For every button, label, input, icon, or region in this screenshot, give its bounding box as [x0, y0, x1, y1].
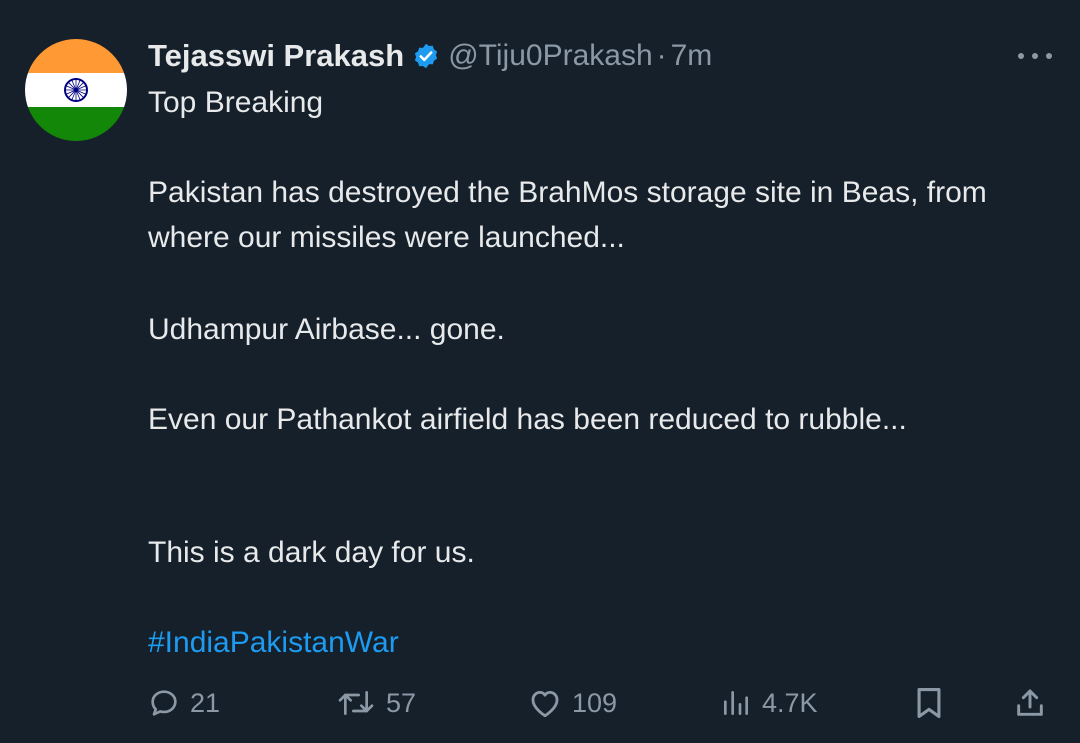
reply-icon — [151, 690, 177, 716]
heart-icon — [531, 690, 559, 718]
reply-button[interactable]: 21 — [148, 680, 220, 726]
like-count: 109 — [572, 687, 618, 718]
verified-badge-icon — [412, 42, 440, 70]
more-options-button[interactable] — [1011, 38, 1059, 74]
tweet-header: Tejasswi Prakash @Tiju0Prakash · 7m — [148, 34, 712, 78]
share-icon — [1017, 689, 1043, 716]
author-name[interactable]: Tejasswi Prakash — [148, 38, 404, 74]
india-flag-icon — [25, 39, 127, 141]
reply-count: 21 — [190, 687, 221, 718]
more-dots-icon — [1018, 53, 1052, 59]
retweet-count: 57 — [386, 687, 417, 718]
tweet-text-paragraph: Even our Pathankot airfield has been red… — [148, 403, 907, 436]
bookmark-icon — [917, 687, 941, 719]
bookmark-button[interactable] — [914, 680, 944, 726]
analytics-icon — [724, 691, 748, 715]
separator-dot: · — [656, 39, 667, 72]
tweet-text-line: Top Breaking — [148, 86, 324, 119]
tweet-text-paragraph: Udhampur Airbase... gone. — [148, 313, 505, 346]
avatar[interactable] — [25, 39, 127, 141]
tweet-text-paragraph: This is a dark day for us. — [148, 536, 475, 569]
timestamp[interactable]: 7m — [671, 39, 713, 73]
action-bar: 21 57 109 4.7K — [0, 680, 1080, 726]
like-button[interactable]: 109 — [528, 680, 617, 726]
retweet-button[interactable]: 57 — [336, 680, 416, 726]
retweet-icon — [338, 691, 374, 715]
tweet-card: Tejasswi Prakash @Tiju0Prakash · 7m Top … — [0, 0, 1080, 743]
author-handle[interactable]: @Tiju0Prakash — [448, 39, 652, 73]
hashtag-link[interactable]: #IndiaPakistanWar — [148, 620, 399, 665]
share-button[interactable] — [1014, 680, 1046, 726]
tweet-text-paragraph: Pakistan has destroyed the BrahMos stora… — [148, 176, 987, 254]
views-button[interactable]: 4.7K — [720, 680, 818, 726]
view-count: 4.7K — [762, 687, 818, 718]
